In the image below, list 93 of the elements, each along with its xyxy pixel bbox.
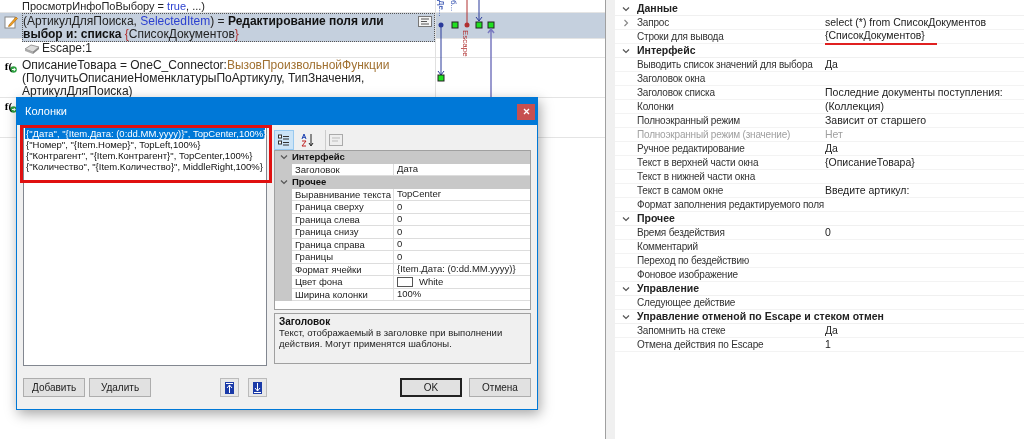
- group-header: Управление отменой по Escape и стеком отмен: [637, 308, 884, 324]
- connector-label: Escape: [461, 30, 470, 57]
- close-button[interactable]: [517, 103, 535, 120]
- property-name: Граница сверху: [292, 201, 394, 214]
- run-arrow-icon: [10, 66, 18, 73]
- move-down-icon[interactable]: [248, 378, 267, 397]
- collapse-chevron-icon[interactable]: [279, 178, 288, 187]
- property-name: Формат заполнения редактируемого поля: [637, 198, 825, 212]
- list-item[interactable]: {"Дата", "{Item.Дата: (0:dd.MM.yyyy)}", TopCenter,100%}: [25, 128, 265, 139]
- list-item[interactable]: {"Количество", "{Item.Количество}", MiddleRight,100%}: [25, 161, 265, 172]
- property-value[interactable]: {Item.Дата: (0:dd.MM.yyyy)}: [397, 263, 516, 276]
- close-icon[interactable]: [522, 108, 530, 115]
- run-arrow-icon: [10, 106, 18, 113]
- property-name: Комментарий: [637, 240, 699, 254]
- connector-label: б...: [449, 0, 458, 12]
- property-name: Ширина колонки: [292, 288, 394, 301]
- property-name: Строки для вывода: [637, 30, 725, 44]
- edit-document-icon: [4, 15, 18, 29]
- dialog-title: Колонки: [25, 104, 67, 120]
- property-name: Текст в верхней части окна: [637, 156, 760, 170]
- property-value[interactable]: White: [419, 275, 444, 288]
- list-icon[interactable]: [418, 16, 432, 27]
- property-name: Заголовок списка: [637, 86, 716, 100]
- property-name: Границы: [292, 251, 394, 264]
- list-item[interactable]: {"Номер", "{Item.Номер}", TopLeft,100%}: [25, 139, 265, 150]
- property-name: Заголовок окна: [637, 72, 707, 86]
- property-name: Время бездействия: [637, 226, 726, 240]
- collapse-chevron-icon[interactable]: [622, 284, 630, 293]
- group-header: Интерфейс: [637, 42, 696, 58]
- property-value[interactable]: Да: [825, 56, 838, 73]
- function-label: f(: [4, 60, 13, 73]
- property-name: Ручное редактирование: [637, 142, 746, 156]
- property-value[interactable]: Да: [825, 322, 838, 339]
- property-name: Выравнивание текста: [292, 188, 394, 201]
- collapse-chevron-icon[interactable]: [622, 4, 630, 13]
- collapse-chevron-icon[interactable]: [622, 312, 630, 321]
- property-value[interactable]: 1: [825, 336, 831, 353]
- property-name: Запомнить на стеке: [637, 324, 727, 338]
- expand-chevron-icon[interactable]: [622, 18, 630, 27]
- move-up-icon[interactable]: [220, 378, 239, 397]
- property-value[interactable]: 0: [825, 224, 831, 241]
- property-value[interactable]: 100%: [397, 288, 422, 301]
- property-name: Полноэкранный режим: [637, 114, 741, 128]
- description-title: Заголовок: [279, 316, 332, 327]
- property-value[interactable]: 0: [397, 200, 403, 213]
- list-item[interactable]: {"Контрагент", "{Item.Контрагент}", TopCenter,100%}: [25, 150, 265, 161]
- group-header: Данные: [637, 0, 678, 16]
- property-name: Граница слева: [292, 213, 394, 226]
- group-header: Прочее: [637, 210, 675, 226]
- property-name: Граница снизу: [292, 226, 394, 239]
- eraser-icon: [24, 42, 40, 54]
- property-value[interactable]: (Коллекция): [825, 98, 884, 115]
- property-value[interactable]: Зависит от старшего: [825, 112, 927, 129]
- property-name: Формат ячейки: [292, 263, 394, 276]
- property-value[interactable]: 0: [397, 250, 403, 263]
- property-name: Отмена действия по Escape: [637, 338, 765, 352]
- description-text: Текст, отображаемый в заголовке при выполнении действия. Могут применятся шаблоны.: [279, 327, 504, 349]
- property-value[interactable]: Введите артикул:: [825, 182, 910, 199]
- code-line[interactable]: ПросмотрИнфоПоВыбору = true, ...): [22, 0, 422, 12]
- color-swatch: [397, 276, 413, 287]
- property-name: Переход по бездействию: [637, 254, 751, 268]
- dialog-button[interactable]: Отмена: [469, 378, 531, 397]
- property-value[interactable]: {СписокДокументов}: [825, 27, 937, 46]
- dialog-button[interactable]: Добавить: [23, 378, 85, 397]
- property-name: Запрос: [637, 16, 670, 30]
- dialog-button[interactable]: Удалить: [89, 378, 151, 397]
- dialog-button[interactable]: OK: [400, 378, 462, 397]
- property-value[interactable]: Последние документы поступления:: [825, 84, 1003, 101]
- property-name: Колонки: [637, 100, 675, 114]
- function-label: f(: [4, 100, 13, 113]
- property-value[interactable]: 0: [397, 238, 403, 251]
- property-value[interactable]: 0: [397, 225, 403, 238]
- property-name: Текст в самом окне: [637, 184, 725, 198]
- connector-label: Де...: [437, 0, 446, 17]
- group-header: Управление: [637, 280, 700, 296]
- property-value[interactable]: TopCenter: [397, 188, 441, 201]
- group-header: Прочее: [292, 175, 327, 190]
- collapse-chevron-icon[interactable]: [622, 46, 630, 55]
- property-name: Текст в нижней части окна: [637, 170, 757, 184]
- property-value[interactable]: Да: [825, 140, 838, 157]
- property-name: Цвет фона: [292, 276, 394, 289]
- code-line[interactable]: ОписаниеТовара = OneC_Connector:ВызовПроизвольнойФункции (ПолучитьОписаниеНоменклатурыПоАртикулу, ТипЗначения, АртикулДляПоиска): [22, 58, 422, 98]
- group-header: Интерфейс: [292, 150, 345, 165]
- property-value[interactable]: {ОписаниеТовара}: [825, 154, 915, 171]
- collapse-chevron-icon[interactable]: [622, 214, 630, 223]
- property-name: Полноэкранный режим (значение): [637, 128, 792, 142]
- property-value[interactable]: 0: [397, 213, 403, 226]
- property-name: Выводить список значений для выбора: [637, 58, 814, 72]
- property-name: Граница справа: [292, 238, 394, 251]
- property-name: Следующее действие: [637, 296, 737, 310]
- property-value[interactable]: Дата: [397, 163, 419, 176]
- collapse-chevron-icon[interactable]: [279, 153, 288, 162]
- property-name: Фоновое изображение: [637, 268, 739, 282]
